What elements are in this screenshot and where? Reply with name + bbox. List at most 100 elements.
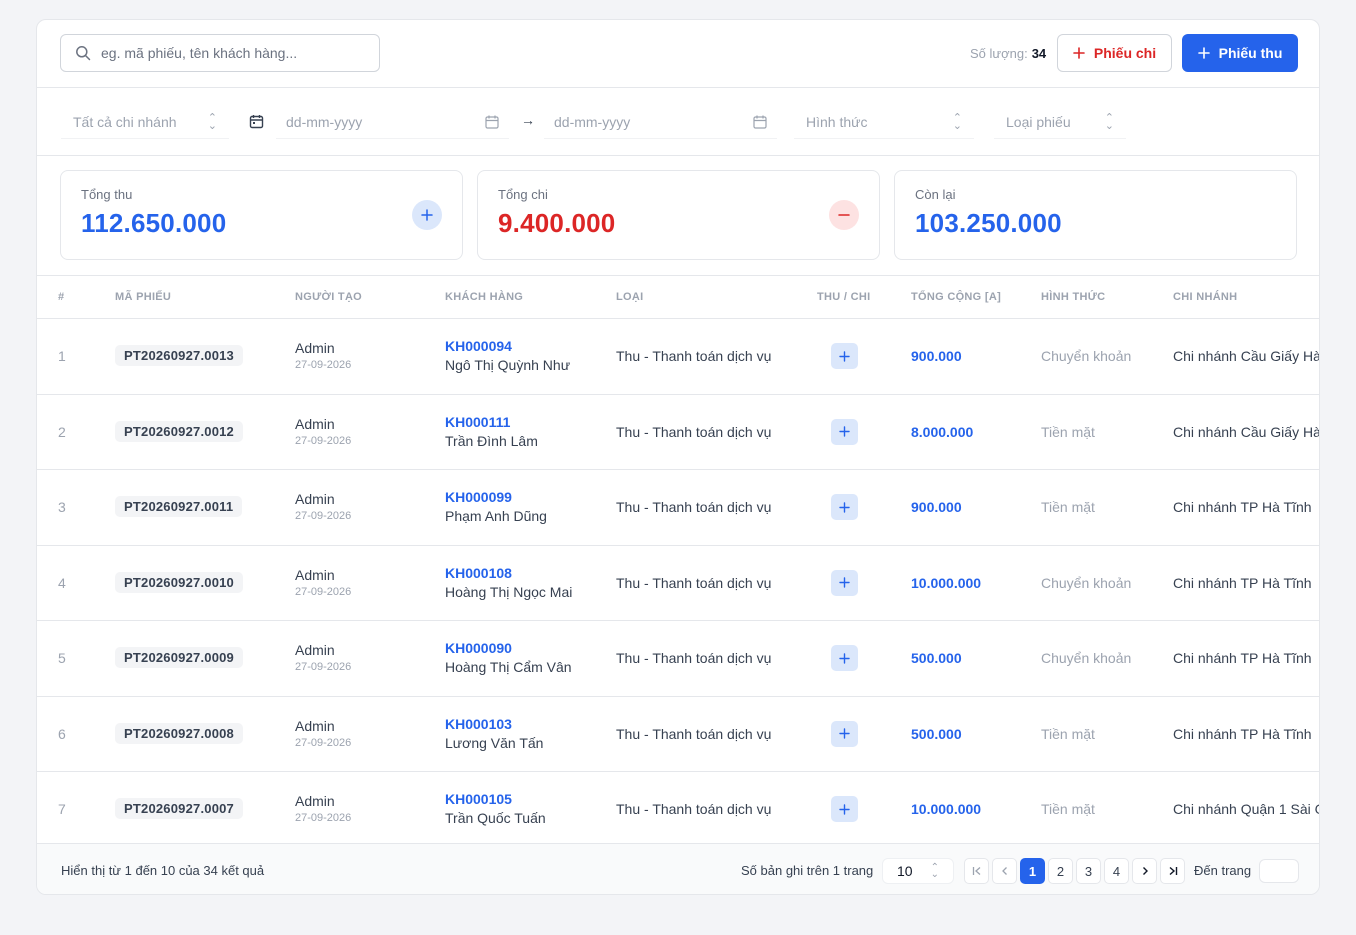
creator-cell: Admin 27-09-2026 (295, 416, 351, 447)
customer-id-link[interactable]: KH000111 (445, 414, 538, 430)
creator-name: Admin (295, 491, 335, 507)
table-row[interactable]: 4 PT20260927.0010 Admin 27-09-2026 KH000108 H… (37, 546, 1319, 621)
chevron-up-down-icon: ⌃ ⌄ (207, 111, 217, 132)
page-number: 2 (1056, 863, 1065, 879)
created-date: 27-09-2026 (295, 359, 352, 371)
branch-name: Chi nhánh Quận 1 Sài Gòn (1173, 801, 1319, 817)
branch-select-value: Tất cả chi nhánh (73, 113, 177, 130)
created-date: 27-09-2026 (295, 434, 352, 447)
customer-id-link[interactable]: KH000105 (445, 791, 546, 807)
page-2-button[interactable]: 2 (1048, 858, 1073, 884)
voucher-code-badge[interactable]: PT20260927.0013 (115, 345, 243, 366)
row-index: 7 (58, 801, 66, 817)
customer-id-link[interactable]: KH000094 (445, 338, 570, 354)
chevron-up-down-icon: ⌃ ⌄ (1104, 111, 1114, 132)
voucher-code-badge[interactable]: PT20260927.0009 (115, 647, 243, 668)
creator-name: Admin (295, 415, 335, 432)
search-box[interactable] (60, 34, 380, 72)
row-index: 6 (58, 725, 66, 742)
table-row[interactable]: 6 PT20260927.0008 Admin 27-09-2026 KH000103 L… (37, 697, 1319, 772)
page-1-button[interactable]: 1 (1020, 858, 1045, 884)
customer-cell: KH000108 Hoàng Thị Ngọc Mai (445, 565, 572, 600)
payment-method-select[interactable]: Hình thức ⌃ ⌄ (794, 105, 974, 139)
plus-icon (839, 577, 850, 588)
plus-icon (839, 652, 850, 664)
receipts-card: Số lượng:34 Phiếu chi Phiếu thu Tất cả c… (36, 19, 1320, 895)
customer-cell: KH000094 Ngô Thị Quỳnh Như (445, 338, 570, 373)
customer-id-link[interactable]: KH000103 (445, 716, 543, 732)
next-page-button[interactable] (1132, 858, 1157, 884)
plus-icon (839, 728, 850, 739)
voucher-code-badge[interactable]: PT20260927.0011 (115, 496, 243, 517)
branch-name: Chi nhánh TP Hà Tĩnh (1173, 725, 1312, 742)
add-income-voucher-button[interactable]: Phiếu thu (1182, 34, 1298, 72)
creator-name: Admin (295, 717, 335, 734)
voucher-type-select[interactable]: Loại phiếu ⌃ ⌄ (994, 105, 1126, 139)
last-page-button[interactable] (1160, 858, 1185, 884)
date-from-placeholder: dd-mm-yyyy (286, 113, 363, 130)
table-row[interactable]: 7 PT20260927.0007 Admin 27-09-2026 KH000105 T… (37, 772, 1319, 848)
voucher-code-badge[interactable]: PT20260927.0008 (115, 722, 243, 744)
payment-method: Tiền mặt (1041, 801, 1095, 817)
col-header-type[interactable]: LOẠI (616, 291, 643, 303)
page-3-button[interactable]: 3 (1076, 858, 1101, 884)
table-row[interactable]: 3 PT20260927.0011 Admin 27-09-2026 KH000099 P… (37, 470, 1319, 546)
plus-icon (1073, 47, 1085, 59)
customer-name: Trần Đình Lâm (445, 432, 538, 449)
col-header-voucher-code[interactable]: MÃ PHIẾU (115, 291, 171, 303)
income-badge (831, 720, 858, 747)
creator-name: Admin (295, 566, 335, 583)
customer-cell: KH000111 Trần Đình Lâm (445, 414, 538, 449)
total-amount: 10.000.000 (911, 574, 982, 591)
row-index: 2 (58, 423, 66, 440)
page-number: 3 (1084, 863, 1093, 879)
voucher-code-badge[interactable]: PT20260927.0007 (115, 798, 243, 819)
date-from-input[interactable]: dd-mm-yyyy (276, 105, 509, 139)
branch-name: Chi nhánh TP Hà Tĩnh (1173, 574, 1312, 591)
creator-cell: Admin 27-09-2026 (295, 567, 351, 598)
col-header-creator[interactable]: NGƯỜI TẠO (295, 291, 362, 303)
chevron-up-down-icon: ⌃ ⌄ (930, 862, 939, 880)
page-4-button[interactable]: 4 (1104, 858, 1129, 884)
income-badge (831, 343, 858, 369)
table-row[interactable]: 5 PT20260927.0009 Admin 27-09-2026 KH000090 H… (37, 621, 1319, 697)
table-header: # MÃ PHIẾU NGƯỜI TẠO KHÁCH HÀNG LOẠI THU… (37, 276, 1319, 319)
date-to-input[interactable]: dd-mm-yyyy (544, 105, 777, 139)
goto-page-label: Đến trang (1194, 863, 1252, 878)
col-header-method[interactable]: HÌNH THỨC (1041, 291, 1105, 303)
col-header-income-expense[interactable]: THU / CHI (817, 291, 870, 303)
voucher-code-badge[interactable]: PT20260927.0012 (115, 420, 243, 442)
income-badge (831, 418, 858, 445)
creator-name: Admin (295, 793, 335, 809)
first-page-button[interactable] (964, 858, 989, 884)
col-header-customer[interactable]: KHÁCH HÀNG (445, 291, 523, 303)
goto-page-input[interactable] (1259, 859, 1299, 883)
creator-name: Admin (295, 642, 335, 658)
prev-page-button[interactable] (992, 858, 1017, 884)
per-page-select[interactable]: 10 ⌃ ⌄ (882, 858, 954, 884)
voucher-type: Thu - Thanh toán dịch vụ (616, 725, 772, 742)
creator-cell: Admin 27-09-2026 (295, 642, 351, 673)
customer-id-link[interactable]: KH000108 (445, 565, 572, 581)
col-header-total[interactable]: TỔNG CỘNG [A] (911, 291, 1001, 303)
voucher-code-badge[interactable]: PT20260927.0010 (115, 571, 243, 593)
search-input[interactable] (101, 45, 361, 61)
income-badge (831, 569, 858, 596)
customer-name: Lương Văn Tấn (445, 734, 544, 751)
add-expense-voucher-button[interactable]: Phiếu chi (1057, 34, 1172, 72)
page-number: 4 (1112, 863, 1121, 879)
branch-select[interactable]: Tất cả chi nhánh ⌃ ⌄ (61, 105, 229, 139)
total-amount: 10.000.000 (911, 801, 982, 817)
plus-circle-icon (412, 200, 442, 230)
col-header-branch[interactable]: CHI NHÁNH (1173, 291, 1237, 303)
table-row[interactable]: 2 PT20260927.0012 Admin 27-09-2026 KH000111 T… (37, 395, 1319, 470)
row-index: 1 (58, 348, 66, 364)
payment-method: Tiền mặt (1041, 725, 1095, 742)
branch-name: Chi nhánh TP Hà Tĩnh (1173, 650, 1312, 666)
plus-icon (839, 803, 850, 815)
plus-icon (839, 501, 850, 513)
customer-id-link[interactable]: KH000099 (445, 489, 547, 505)
customer-cell: KH000099 Phạm Anh Dũng (445, 489, 547, 524)
customer-id-link[interactable]: KH000090 (445, 640, 572, 656)
table-row[interactable]: 1 PT20260927.0013 Admin 27-09-2026 KH000094 N… (37, 319, 1319, 395)
